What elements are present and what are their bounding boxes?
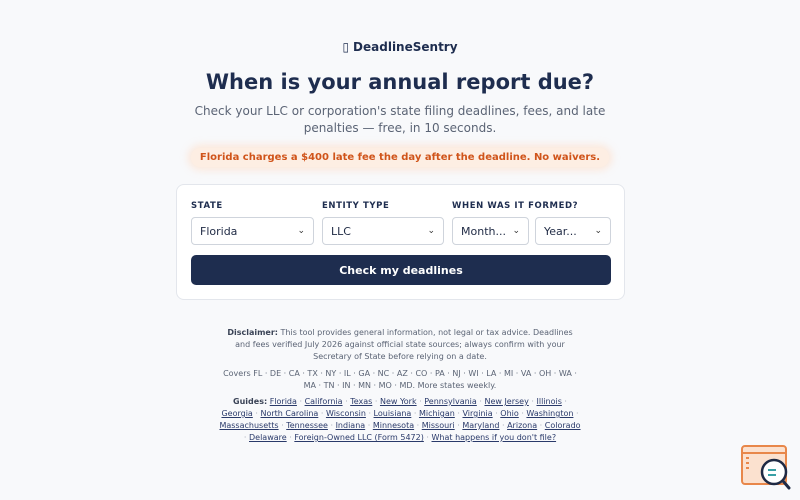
- brand-header: ▯ DeadlineSentry: [0, 40, 800, 54]
- formed-date-row: Month... ⌄ Year... ⌄: [452, 217, 612, 245]
- guide-link[interactable]: Massachusetts: [219, 421, 278, 430]
- guide-link[interactable]: Foreign-Owned LLC (Form 5472): [294, 433, 424, 442]
- link-separator: ·: [365, 421, 373, 430]
- state-select[interactable]: Florida ⌄: [191, 217, 314, 245]
- state-select-value: Florida: [200, 224, 238, 238]
- guide-link[interactable]: Arizona: [507, 421, 537, 430]
- entity-type-select-value: LLC: [331, 224, 351, 238]
- month-select-value: Month...: [461, 224, 506, 238]
- guide-link[interactable]: Louisiana: [374, 409, 412, 418]
- disclaimer-label: Disclaimer:: [227, 328, 278, 337]
- guide-link[interactable]: Maryland: [462, 421, 499, 430]
- search-document-icon[interactable]: [741, 445, 791, 490]
- chevron-down-icon: ⌄: [512, 226, 520, 236]
- guide-link[interactable]: Ohio: [500, 409, 518, 418]
- state-label: STATE: [191, 201, 223, 211]
- alert-container: Florida charges a $400 late fee the day …: [0, 145, 800, 167]
- link-separator: ·: [561, 397, 567, 406]
- guides-label: Guides:: [233, 397, 268, 406]
- state-field: STATE Florida ⌄: [191, 201, 314, 245]
- disclaimer-text: This tool provides general information, …: [235, 328, 573, 361]
- link-separator: ·: [499, 421, 508, 430]
- guide-link[interactable]: Minnesota: [373, 421, 414, 430]
- guide-link[interactable]: Colorado: [545, 421, 581, 430]
- entity-type-label: ENTITY TYPE: [322, 201, 390, 211]
- guide-link[interactable]: What happens if you don't file?: [432, 433, 557, 442]
- link-separator: ·: [414, 421, 422, 430]
- guide-link[interactable]: Delaware: [249, 433, 287, 442]
- late-fee-alert: Florida charges a $400 late fee the day …: [190, 148, 610, 167]
- check-deadlines-button[interactable]: Check my deadlines: [191, 255, 611, 285]
- page-title: When is your annual report due?: [205, 70, 595, 94]
- guide-link[interactable]: Texas: [350, 397, 372, 406]
- guide-link[interactable]: Florida: [270, 397, 297, 406]
- guides-list: Guides: Florida · California · Texas · N…: [218, 396, 582, 444]
- covered-states: Covers FL · DE · CA · TX · NY · IL · GA …: [223, 369, 577, 390]
- guide-link[interactable]: New Jersey: [484, 397, 528, 406]
- page-subtitle: Check your LLC or corporation's state fi…: [194, 104, 606, 135]
- link-separator: ·: [296, 397, 305, 406]
- chevron-down-icon: ⌄: [427, 226, 435, 236]
- link-separator: ·: [372, 397, 380, 406]
- guide-link[interactable]: Wisconsin: [326, 409, 366, 418]
- guide-link[interactable]: Illinois: [536, 397, 561, 406]
- logo-icon: ▯: [342, 40, 350, 54]
- link-separator: ·: [537, 421, 545, 430]
- guide-links: Florida · California · Texas · New York …: [219, 397, 580, 442]
- brand-name: DeadlineSentry: [353, 40, 458, 54]
- link-separator: ·: [573, 409, 579, 418]
- chevron-down-icon: ⌄: [297, 226, 305, 236]
- guide-link[interactable]: North Carolina: [260, 409, 318, 418]
- guide-link[interactable]: Washington: [526, 409, 573, 418]
- guide-link[interactable]: Missouri: [422, 421, 455, 430]
- guide-link[interactable]: Pennsylvania: [424, 397, 477, 406]
- link-separator: ·: [318, 409, 326, 418]
- guide-link[interactable]: Indiana: [336, 421, 366, 430]
- formed-date-label: WHEN WAS IT FORMED?: [452, 201, 579, 211]
- guide-link[interactable]: Tennessee: [286, 421, 328, 430]
- guide-link[interactable]: Georgia: [221, 409, 252, 418]
- year-select[interactable]: Year... ⌄: [535, 217, 611, 245]
- guide-link[interactable]: California: [305, 397, 343, 406]
- guide-link[interactable]: New York: [380, 397, 417, 406]
- year-select-value: Year...: [544, 224, 577, 238]
- link-separator: ·: [411, 409, 419, 418]
- guide-link[interactable]: Michigan: [419, 409, 455, 418]
- month-select[interactable]: Month... ⌄: [452, 217, 529, 245]
- entity-type-field: ENTITY TYPE LLC ⌄: [322, 201, 444, 245]
- link-separator: ·: [423, 433, 432, 442]
- deadline-form-card: STATE Florida ⌄ ENTITY TYPE LLC ⌄ WHEN W…: [176, 184, 625, 300]
- guide-link[interactable]: Virginia: [462, 409, 492, 418]
- entity-type-select[interactable]: LLC ⌄: [322, 217, 444, 245]
- link-separator: ·: [365, 409, 374, 418]
- chevron-down-icon: ⌄: [594, 226, 602, 236]
- formed-date-field: WHEN WAS IT FORMED? Month... ⌄ Year... ⌄: [452, 201, 612, 245]
- disclaimer: Disclaimer: This tool provides general i…: [225, 327, 575, 363]
- link-separator: ·: [327, 421, 336, 430]
